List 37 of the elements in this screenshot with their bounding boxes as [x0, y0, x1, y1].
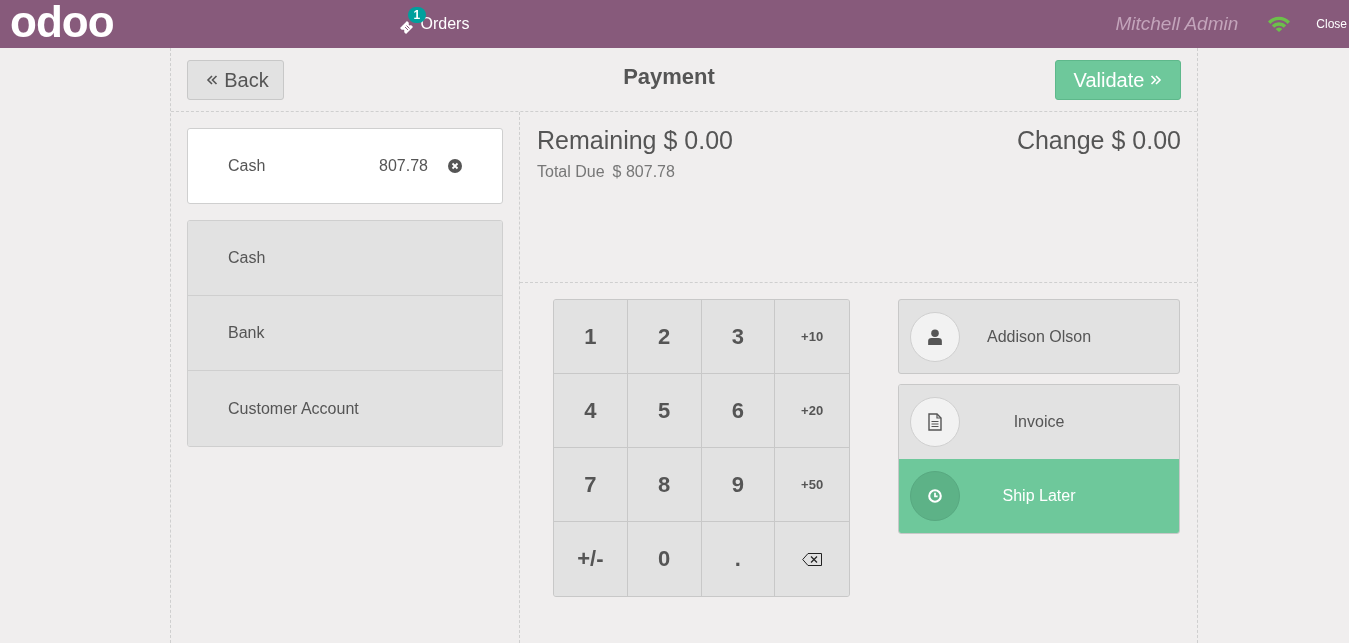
clock-icon: [910, 471, 960, 521]
numpad-key[interactable]: 3: [701, 300, 776, 374]
numpad-key[interactable]: 4: [554, 374, 628, 448]
remaining-amount: $ 0.00: [663, 126, 734, 155]
numpad-key[interactable]: 8: [627, 448, 702, 522]
numpad-key[interactable]: +/-: [554, 522, 628, 596]
double-chevron-right-icon: [1150, 74, 1163, 86]
screen-title: Payment: [623, 64, 715, 90]
total-due-amount: $ 807.78: [612, 163, 675, 181]
numpad-key[interactable]: 7: [554, 448, 628, 522]
customer-button[interactable]: Addison Olson: [898, 299, 1180, 374]
option-button[interactable]: Invoice: [899, 385, 1179, 459]
payment-method-item[interactable]: Cash: [188, 221, 502, 296]
numpad-key[interactable]: 1: [554, 300, 628, 374]
remove-circle-icon[interactable]: [448, 159, 462, 173]
user-icon: [910, 311, 960, 362]
payment-method-name: Cash: [228, 157, 267, 175]
numpad-key[interactable]: 5: [627, 374, 702, 448]
payment-method-item[interactable]: Customer Account: [188, 371, 502, 446]
numpad-key[interactable]: 9: [701, 448, 776, 522]
change-amount: $ 0.00: [1111, 126, 1181, 155]
user-name: Mitchell Admin: [1115, 13, 1239, 35]
total-due-label: Total Due: [537, 163, 605, 181]
change-label: Change: [1016, 126, 1105, 155]
backspace-icon: [802, 552, 823, 566]
payment-method-item[interactable]: Bank: [188, 296, 502, 371]
remaining-label: Remaining: [537, 126, 657, 155]
document-icon: [910, 397, 960, 447]
payment-amount: 807.78: [379, 157, 428, 175]
numpad-key[interactable]: +10: [775, 300, 849, 374]
double-chevron-left-icon: [206, 74, 219, 86]
ticket-icon: [398, 19, 415, 35]
close-button[interactable]: Close: [1316, 17, 1347, 31]
numpad-key[interactable]: 6: [701, 374, 776, 448]
numpad-key[interactable]: 2: [627, 300, 702, 374]
back-button[interactable]: Back: [187, 60, 284, 100]
odoo-logo: odoo: [10, 0, 114, 44]
